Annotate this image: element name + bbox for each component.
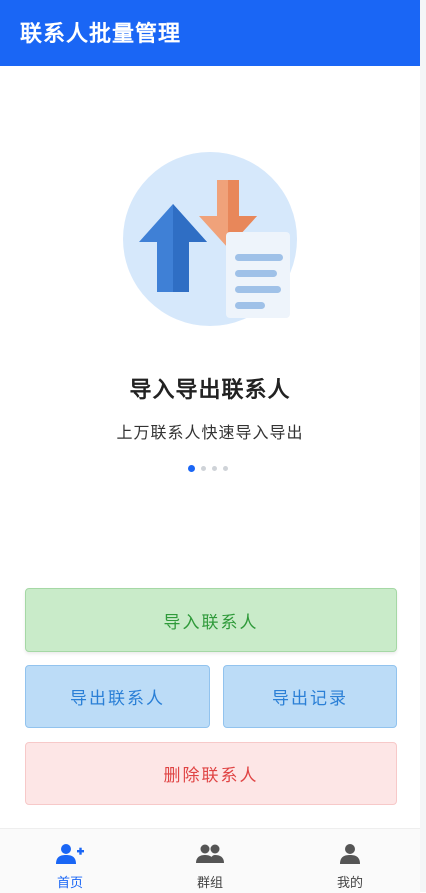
export-records-button[interactable]: 导出记录 (223, 665, 397, 728)
carousel-pager[interactable] (188, 465, 228, 472)
app-title: 联系人批量管理 (20, 22, 182, 47)
export-contacts-label: 导出联系人 (70, 689, 165, 709)
tab-home[interactable]: 首页 (0, 829, 140, 893)
tab-home-label: 首页 (56, 876, 83, 891)
pager-dot[interactable] (201, 466, 206, 471)
add-user-icon (56, 844, 84, 864)
import-contacts-button[interactable]: 导入联系人 (25, 588, 397, 652)
tab-groups[interactable]: 群组 (140, 829, 280, 893)
bottom-tab-bar: 首页 群组 我的 (0, 828, 420, 893)
delete-contacts-label: 删除联系人 (163, 766, 259, 786)
import-export-illustration (123, 152, 297, 326)
export-records-label: 导出记录 (272, 689, 348, 709)
delete-contacts-button[interactable]: 删除联系人 (25, 742, 397, 805)
import-contacts-label: 导入联系人 (163, 612, 259, 633)
group-icon (196, 844, 224, 863)
hero-headline: 导入导出联系人 (129, 378, 291, 403)
tab-profile[interactable]: 我的 (280, 829, 420, 893)
pager-dot[interactable] (223, 466, 228, 471)
right-edge-strip (420, 0, 426, 892)
export-contacts-button[interactable]: 导出联系人 (25, 665, 210, 728)
tab-profile-label: 我的 (336, 876, 363, 891)
app-bar: 联系人批量管理 (0, 0, 420, 66)
pager-dot[interactable] (212, 466, 217, 471)
person-icon (340, 844, 360, 864)
pager-dot[interactable] (188, 465, 195, 472)
hero-subline: 上万联系人快速导入导出 (116, 423, 304, 442)
tab-groups-label: 群组 (196, 876, 223, 891)
